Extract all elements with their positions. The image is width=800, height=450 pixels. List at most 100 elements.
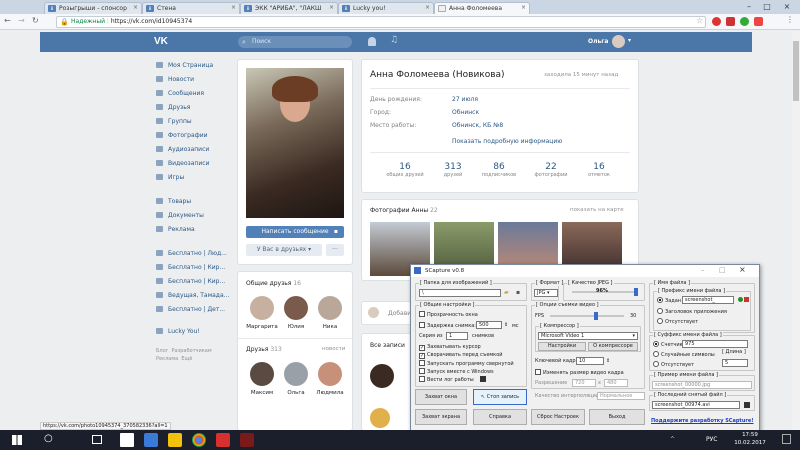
photos-title[interactable]: Фотографии Анны 22 (370, 207, 438, 214)
format-select[interactable]: JPG ▾ (534, 289, 558, 297)
store-icon[interactable] (144, 433, 158, 447)
fps-slider[interactable] (550, 315, 624, 317)
interpolation-select[interactable]: Нормальное (597, 392, 645, 400)
nav-item[interactable]: Моя Страница (156, 62, 213, 69)
music-icon[interactable]: ♫ (390, 35, 398, 45)
radio-unchecked[interactable] (653, 351, 659, 357)
option-row[interactable]: ✓ Захватывать курсор (419, 344, 481, 351)
nav-item[interactable]: Друзья (156, 104, 190, 111)
notifications-icon[interactable] (782, 434, 791, 444)
nav-item[interactable]: Lucky You! (156, 328, 200, 335)
option-row[interactable]: Вести лог работы (419, 376, 474, 383)
file-explorer-icon[interactable] (120, 433, 134, 447)
bell-icon[interactable] (368, 37, 376, 46)
checkbox[interactable] (535, 369, 541, 375)
friend-avatar[interactable] (284, 362, 308, 386)
prefix-option[interactable]: Задан (657, 297, 681, 304)
common-friends-title[interactable]: Общие друзья 16 (246, 280, 301, 287)
tab-5[interactable]: Анна Фоломеева × (434, 2, 530, 14)
write-message-button[interactable]: Написать сообщение ▪ (246, 226, 344, 238)
nav-item[interactable]: Новости (156, 76, 194, 83)
friend-avatar[interactable] (284, 296, 308, 320)
counter-tags[interactable]: 16 отметок (574, 162, 624, 178)
suffix-option[interactable]: Отсутствует (653, 361, 694, 368)
slider-handle[interactable] (634, 288, 638, 296)
option-row[interactable]: Запускать программу свернутой (419, 360, 514, 367)
extension-icon[interactable] (754, 17, 763, 26)
nav-item[interactable]: Товары (156, 198, 191, 205)
star-icon[interactable]: ☆ (696, 16, 703, 25)
maximize-icon[interactable]: □ (719, 266, 726, 274)
checkbox-checked[interactable]: ✓ (419, 353, 425, 359)
apply-icon[interactable] (738, 297, 743, 302)
prefix-option[interactable]: Заголовок приложения (657, 308, 727, 315)
user-name[interactable]: Ольга (588, 38, 608, 45)
radio-unchecked[interactable] (657, 308, 663, 314)
counter-followers[interactable]: 86 подписчиков (474, 162, 524, 178)
minimize-icon[interactable]: – (742, 2, 756, 11)
all-posts-tab[interactable]: Все записи (370, 342, 405, 349)
slider-handle[interactable] (594, 312, 598, 320)
close-window-icon[interactable]: × (780, 2, 794, 11)
extension-icon[interactable] (712, 17, 721, 26)
checkbox-checked[interactable]: ✓ (419, 345, 425, 351)
nav-item[interactable]: Фотографии (156, 132, 208, 139)
nav-item[interactable]: Бесплатно | Кир... (156, 264, 225, 271)
option-row[interactable]: Прозрачность окна (419, 311, 478, 318)
log-icon[interactable] (480, 376, 486, 382)
nav-item[interactable]: Группы (156, 118, 192, 125)
nav-item[interactable]: Аудиозаписи (156, 146, 209, 153)
friends-title[interactable]: Друзья 313 (246, 346, 282, 353)
counter-common-friends[interactable]: 16 общих друзей (380, 162, 430, 178)
forward-icon[interactable]: → (18, 16, 25, 25)
friend-avatar[interactable] (250, 362, 274, 386)
compressor-select[interactable]: Microsoft Video 1 ▾ (538, 332, 638, 340)
friend-name[interactable]: Людмила (313, 390, 347, 396)
radio-checked[interactable] (653, 341, 659, 347)
page-scrollbar[interactable] (792, 31, 800, 430)
close-icon[interactable]: × (133, 4, 138, 11)
stepper-icon[interactable]: ⇕ (606, 358, 610, 364)
extension-icon[interactable] (740, 17, 749, 26)
checkbox[interactable] (419, 376, 425, 382)
friend-name[interactable]: Ольга (279, 390, 313, 396)
show-more-link[interactable]: Показать подробную информацию (452, 138, 562, 145)
clock-time[interactable]: 17:59 (730, 432, 770, 438)
friend-name[interactable]: Максим (245, 390, 279, 396)
checkbox[interactable] (419, 360, 425, 366)
app-v-icon[interactable] (216, 433, 230, 447)
suffix-option[interactable]: Случайные символы (653, 351, 715, 358)
nav-item[interactable]: Сообщения (156, 90, 204, 97)
footer-link[interactable]: Ещё (181, 356, 192, 362)
work-value[interactable]: Обнинск, КБ №8 (452, 122, 503, 129)
length-input[interactable]: 5 (722, 359, 748, 367)
city-value[interactable]: Обнинск (452, 109, 479, 116)
friend-avatar[interactable] (318, 296, 342, 320)
friend-name[interactable]: Юлия (279, 324, 313, 330)
avatar[interactable] (612, 35, 625, 48)
search-icon[interactable]: ○ (44, 433, 53, 444)
tab-2[interactable]: B Стена × (142, 2, 240, 14)
option-row[interactable]: ✓ Сворачивать перед съемкой (419, 352, 503, 359)
friend-name[interactable]: Маргарита (245, 324, 279, 330)
help-button[interactable]: Справка (473, 409, 527, 425)
back-icon[interactable]: ← (4, 16, 11, 25)
counter-photos[interactable]: 22 фотографии (526, 162, 576, 178)
checkbox[interactable] (419, 322, 425, 328)
radio-checked[interactable] (657, 297, 663, 303)
checkbox[interactable] (419, 311, 425, 317)
language-indicator[interactable]: РУС (706, 436, 717, 443)
chrome-icon[interactable] (192, 433, 206, 447)
radio-unchecked[interactable] (657, 318, 663, 324)
friends-status-button[interactable]: У Вас в друзьях ▾ (246, 244, 322, 256)
capture-window-button[interactable]: Захват окна (415, 389, 467, 405)
folder-icon[interactable]: ▰ (504, 289, 509, 296)
radio-unchecked[interactable] (653, 361, 659, 367)
post-composer[interactable]: Добави (362, 302, 412, 324)
search-input[interactable]: ⌕ Поиск (238, 36, 352, 48)
friend-avatar[interactable] (250, 296, 274, 320)
tab-4[interactable]: B Lucky you! × (338, 2, 434, 14)
close-icon[interactable]: × (329, 4, 334, 11)
footer-link[interactable]: Разработчикам (172, 348, 212, 354)
option-row[interactable]: Задержка снимка: (419, 322, 476, 329)
